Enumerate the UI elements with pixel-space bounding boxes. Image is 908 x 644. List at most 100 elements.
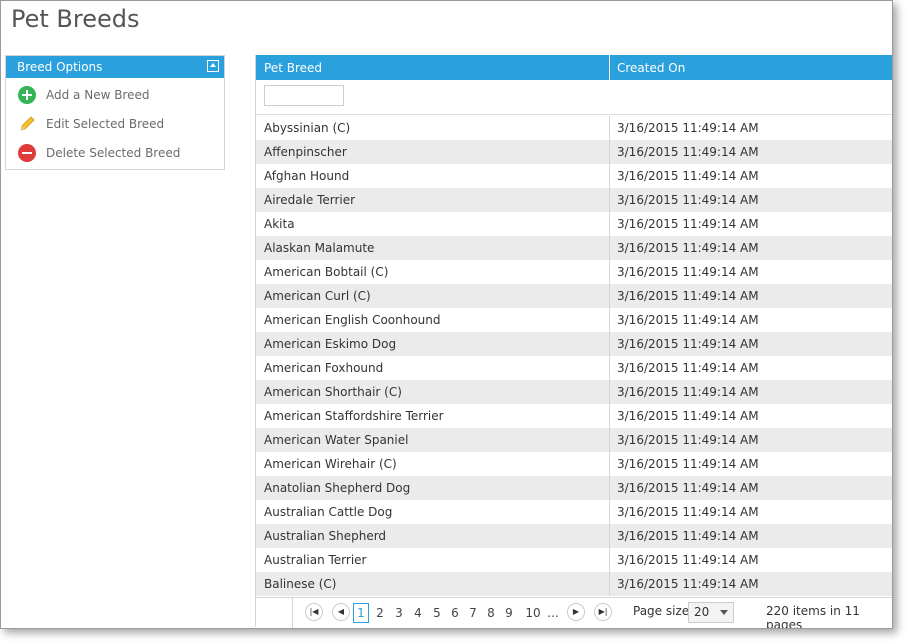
previous-page-icon[interactable]: ◀ bbox=[332, 603, 350, 621]
created-on-cell: 3/16/2015 11:49:14 AM bbox=[617, 457, 759, 471]
pager: |◀ ◀ 1 2 3 4 5 6 7 8 9 10... ▶ ▶| Page size: 20 2… bbox=[256, 597, 892, 628]
page-number[interactable]: 6 bbox=[448, 603, 462, 623]
table-row[interactable]: Airedale Terrier 3/16/2015 11:49:14 AM bbox=[256, 188, 892, 212]
add-breed-button[interactable]: Add a New Breed bbox=[18, 85, 150, 105]
breeds-grid: Pet Breed Created On Abyssinian (C) 3/16/… bbox=[255, 55, 892, 628]
created-on-cell: 3/16/2015 11:49:14 AM bbox=[617, 577, 759, 591]
page-number[interactable]: 2 bbox=[373, 603, 387, 623]
page-number[interactable]: 9 bbox=[502, 603, 516, 623]
table-row[interactable]: American Foxhound 3/16/2015 11:49:14 AM bbox=[256, 356, 892, 380]
breed-cell: Afghan Hound bbox=[256, 164, 610, 188]
created-on-cell: 3/16/2015 11:49:14 AM bbox=[617, 193, 759, 207]
created-on-cell: 3/16/2015 11:49:14 AM bbox=[617, 505, 759, 519]
next-page-icon[interactable]: ▶ bbox=[567, 603, 585, 621]
created-on-cell: 3/16/2015 11:49:14 AM bbox=[617, 121, 759, 135]
add-icon bbox=[18, 86, 36, 104]
page-number[interactable]: 7 bbox=[466, 603, 480, 623]
breed-cell: Alaskan Malamute bbox=[256, 236, 610, 260]
breed-options-panel: Breed Options Add a New Breed Edit Selec… bbox=[5, 55, 225, 170]
page-size-label: Page size: bbox=[633, 604, 694, 618]
add-breed-label: Add a New Breed bbox=[46, 88, 150, 102]
breed-cell: American Shorthair (C) bbox=[256, 380, 610, 404]
table-row[interactable]: Akita 3/16/2015 11:49:14 AM bbox=[256, 212, 892, 236]
created-on-cell: 3/16/2015 11:49:14 AM bbox=[617, 409, 759, 423]
breed-cell: American Staffordshire Terrier bbox=[256, 404, 610, 428]
pencil-icon bbox=[18, 115, 36, 133]
page-title: Pet Breeds bbox=[11, 5, 140, 33]
app-window: Pet Breeds Breed Options Add a New Breed… bbox=[0, 0, 893, 629]
breed-cell: Akita bbox=[256, 212, 610, 236]
table-row[interactable]: Abyssinian (C) 3/16/2015 11:49:14 AM bbox=[256, 116, 892, 140]
table-row[interactable]: Australian Terrier 3/16/2015 11:49:14 AM bbox=[256, 548, 892, 572]
created-on-cell: 3/16/2015 11:49:14 AM bbox=[617, 289, 759, 303]
page-number[interactable]: 5 bbox=[430, 603, 444, 623]
page-number[interactable]: 4 bbox=[411, 603, 425, 623]
breed-cell: American Eskimo Dog bbox=[256, 332, 610, 356]
breed-cell: Australian Cattle Dog bbox=[256, 500, 610, 524]
created-on-cell: 3/16/2015 11:49:14 AM bbox=[617, 481, 759, 495]
table-row[interactable]: Australian Shepherd 3/16/2015 11:49:14 AM bbox=[256, 524, 892, 548]
created-on-cell: 3/16/2015 11:49:14 AM bbox=[617, 217, 759, 231]
breed-cell: American Curl (C) bbox=[256, 284, 610, 308]
table-row[interactable]: American Bobtail (C) 3/16/2015 11:49:14 A… bbox=[256, 260, 892, 284]
created-on-cell: 3/16/2015 11:49:14 AM bbox=[617, 265, 759, 279]
delete-icon bbox=[18, 144, 36, 162]
table-row[interactable]: American English Coonhound 3/16/2015 11:4… bbox=[256, 308, 892, 332]
created-on-cell: 3/16/2015 11:49:14 AM bbox=[617, 553, 759, 567]
table-row[interactable]: Anatolian Shepherd Dog 3/16/2015 11:49:14… bbox=[256, 476, 892, 500]
table-row[interactable]: Afghan Hound 3/16/2015 11:49:14 AM bbox=[256, 164, 892, 188]
pager-info: 220 items in 11 pages bbox=[766, 604, 860, 629]
last-page-icon[interactable]: ▶| bbox=[594, 603, 612, 621]
table-row[interactable]: Australian Cattle Dog 3/16/2015 11:49:14 … bbox=[256, 500, 892, 524]
created-on-cell: 3/16/2015 11:49:14 AM bbox=[617, 385, 759, 399]
page-number[interactable]: 3 bbox=[392, 603, 406, 623]
grid-rows: Abyssinian (C) 3/16/2015 11:49:14 AM Affen… bbox=[256, 116, 892, 596]
table-row[interactable]: Affenpinscher 3/16/2015 11:49:14 AM bbox=[256, 140, 892, 164]
created-on-cell: 3/16/2015 11:49:14 AM bbox=[617, 145, 759, 159]
breed-cell: American Wirehair (C) bbox=[256, 452, 610, 476]
page-number[interactable]: 1 bbox=[353, 603, 369, 623]
table-row[interactable]: American Staffordshire Terrier 3/16/2015 … bbox=[256, 404, 892, 428]
page-more[interactable]: ... bbox=[546, 603, 560, 623]
edit-breed-button[interactable]: Edit Selected Breed bbox=[18, 114, 164, 134]
page-number[interactable]: 8 bbox=[484, 603, 498, 623]
created-on-cell: 3/16/2015 11:49:14 AM bbox=[617, 313, 759, 327]
created-on-cell: 3/16/2015 11:49:14 AM bbox=[617, 241, 759, 255]
table-row[interactable]: American Wirehair (C) 3/16/2015 11:49:14 … bbox=[256, 452, 892, 476]
pager-spacer bbox=[256, 598, 293, 628]
delete-breed-label: Delete Selected Breed bbox=[46, 146, 181, 160]
column-header-created-on[interactable]: Created On bbox=[610, 55, 685, 80]
edit-breed-label: Edit Selected Breed bbox=[46, 117, 165, 131]
page-size-select[interactable]: 20 bbox=[688, 602, 734, 623]
first-page-icon[interactable]: |◀ bbox=[305, 603, 323, 621]
breed-cell: American Foxhound bbox=[256, 356, 610, 380]
delete-breed-button[interactable]: Delete Selected Breed bbox=[18, 143, 180, 163]
breed-cell: Affenpinscher bbox=[256, 140, 610, 164]
table-row[interactable]: Balinese (C) 3/16/2015 11:49:14 AM bbox=[256, 572, 892, 596]
table-row[interactable]: American Water Spaniel 3/16/2015 11:49:14… bbox=[256, 428, 892, 452]
column-header-pet-breed[interactable]: Pet Breed bbox=[256, 55, 610, 80]
grid-header: Pet Breed Created On bbox=[256, 55, 892, 80]
created-on-cell: 3/16/2015 11:49:14 AM bbox=[617, 361, 759, 375]
panel-header: Breed Options bbox=[6, 56, 224, 78]
breed-cell: Anatolian Shepherd Dog bbox=[256, 476, 610, 500]
breed-cell: American Water Spaniel bbox=[256, 428, 610, 452]
breed-cell: American English Coonhound bbox=[256, 308, 610, 332]
breed-cell: Australian Terrier bbox=[256, 548, 610, 572]
breed-cell: Balinese (C) bbox=[256, 572, 610, 596]
pet-breed-filter-input[interactable] bbox=[264, 85, 344, 106]
table-row[interactable]: Alaskan Malamute 3/16/2015 11:49:14 AM bbox=[256, 236, 892, 260]
breed-cell: Australian Shepherd bbox=[256, 524, 610, 548]
table-row[interactable]: American Eskimo Dog 3/16/2015 11:49:14 AM bbox=[256, 332, 892, 356]
filter-row bbox=[256, 80, 892, 115]
panel-header-label: Breed Options bbox=[17, 60, 103, 74]
breed-cell: Airedale Terrier bbox=[256, 188, 610, 212]
collapse-icon[interactable] bbox=[207, 60, 219, 72]
created-on-cell: 3/16/2015 11:49:14 AM bbox=[617, 337, 759, 351]
breed-cell: American Bobtail (C) bbox=[256, 260, 610, 284]
page-number[interactable]: 10 bbox=[523, 603, 543, 623]
table-row[interactable]: American Shorthair (C) 3/16/2015 11:49:14… bbox=[256, 380, 892, 404]
table-row[interactable]: American Curl (C) 3/16/2015 11:49:14 AM bbox=[256, 284, 892, 308]
created-on-cell: 3/16/2015 11:49:14 AM bbox=[617, 169, 759, 183]
created-on-cell: 3/16/2015 11:49:14 AM bbox=[617, 529, 759, 543]
